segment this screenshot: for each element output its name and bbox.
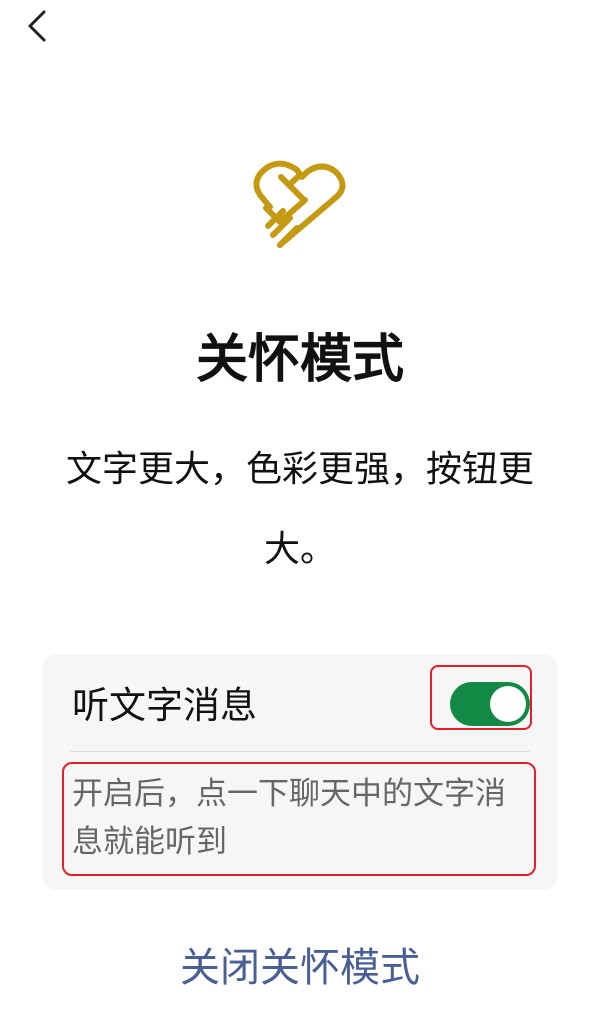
- back-button[interactable]: [14, 4, 58, 48]
- setting-label: 听文字消息: [72, 684, 257, 727]
- close-care-mode-button[interactable]: 关闭关怀模式: [0, 936, 600, 1000]
- toggle-knob: [490, 686, 526, 722]
- listen-text-toggle[interactable]: [450, 682, 530, 726]
- mode-description: 文字更大，色彩更强，按钮更大。: [65, 449, 534, 570]
- divider: [70, 751, 530, 752]
- heart-handshake-icon: [246, 156, 354, 256]
- page-title: 关怀模式: [195, 330, 404, 390]
- setting-hint: 开启后，点一下聊天中的文字消息就能听到: [72, 776, 506, 860]
- listen-message-setting-card: 听文字消息 开启后，点一下聊天中的文字消息就能听到: [42, 654, 558, 890]
- chevron-left-icon: [28, 10, 46, 42]
